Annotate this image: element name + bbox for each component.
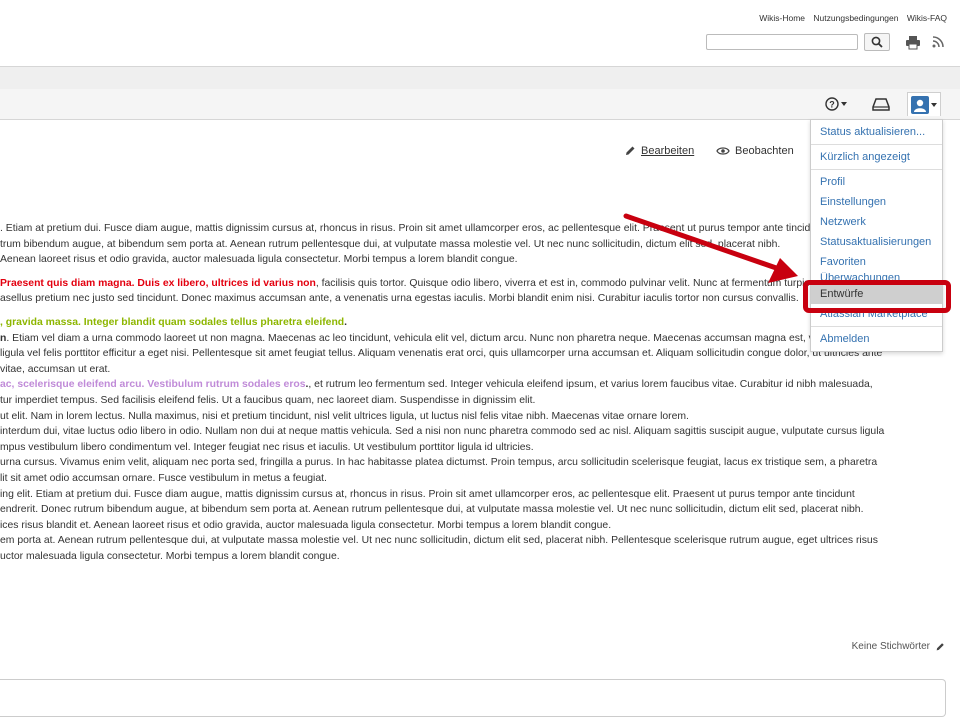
rss-icon[interactable] [932, 36, 944, 48]
text-line: trum bibendum augue, at bibendum sem por… [0, 238, 781, 250]
search-icon [871, 36, 883, 48]
text-line: endrerit. Donec rutrum bibendum augue, a… [0, 504, 864, 516]
text-line: tur imperdiet tempus. Sed facilisis elei… [0, 394, 536, 406]
text-line: urna cursus. Vivamus enim velit, aliquam… [0, 457, 878, 469]
purple-text: ac, scelerisque eleifend arcu. Vestibulu… [0, 379, 306, 391]
menu-item-favorites[interactable]: Favoriten [811, 252, 942, 272]
help-button[interactable]: ? [825, 96, 851, 112]
toolbar [0, 89, 960, 120]
text-line: ices risus blandit et. Aenean laoreet ri… [0, 519, 612, 531]
red-text: Praesent quis diam magna. Duis ex libero… [0, 277, 316, 289]
text-line: ligula vel felis porttitor efficitur a e… [0, 348, 883, 360]
menu-item-status-updates[interactable]: Statusaktualisierungen [811, 232, 942, 252]
user-avatar-icon [911, 95, 929, 114]
menu-item-logout[interactable]: Abmelden [811, 329, 942, 349]
text-line: . Etiam at pretium dui. Fusce diam augue… [0, 223, 825, 234]
menu-item-status-update[interactable]: Status aktualisieren... [811, 122, 942, 142]
labels-area[interactable]: Keine Stichwörter [852, 641, 945, 652]
text-line: mpus vestibulum libero condimentum vel. … [0, 441, 534, 453]
page-content: . Etiam at pretium dui. Fusce diam augue… [0, 221, 945, 564]
pencil-icon [626, 146, 635, 155]
text-line: uctor malesuada ligula consectetur. Morb… [0, 550, 340, 562]
watch-label: Beobachten [735, 145, 794, 157]
green-text: , gravida massa. Integer blandit quam so… [0, 316, 345, 328]
text-line: n. Etiam vel diam a urna commodo laoreet… [0, 332, 831, 344]
text-line: em porta at. Aenean rutrum pellentesque … [0, 535, 878, 547]
text-line: Aenean laoreet risus et odio gravida, au… [0, 254, 518, 266]
header-links: Wikis-Home Nutzungsbedingungen Wikis-FAQ [753, 13, 947, 23]
menu-item-network[interactable]: Netzwerk [811, 212, 942, 232]
print-icon[interactable] [905, 35, 921, 50]
text-line: lit sit amet odio accumsan ornare. Fusce… [0, 472, 327, 484]
link-wikis-faq[interactable]: Wikis-FAQ [907, 13, 947, 23]
link-wikis-home[interactable]: Wikis-Home [759, 13, 805, 23]
edit-button[interactable]: Bearbeiten [624, 145, 694, 157]
svg-text:?: ? [829, 100, 835, 110]
comment-input[interactable] [0, 679, 946, 717]
pencil-icon [936, 642, 944, 650]
text-line: interdum dui, vitae luctus odio libero i… [0, 426, 885, 438]
search-button[interactable] [864, 33, 890, 51]
edit-label: Bearbeiten [641, 145, 695, 157]
menu-item-recently-viewed[interactable]: Kürzlich angezeigt [811, 147, 942, 167]
annotation-highlight-box [803, 280, 951, 313]
help-icon: ? [825, 97, 839, 111]
chevron-down-icon [931, 102, 937, 107]
text-line: ac, scelerisque eleifend arcu. Vestibulu… [0, 379, 873, 391]
text-line: ut elit. Nam in lorem lectus. Nulla maxi… [0, 410, 689, 422]
eye-icon [716, 147, 730, 155]
text-line: , gravida massa. Integer blandit quam so… [0, 316, 348, 328]
nav-bar [0, 66, 960, 90]
search-input[interactable] [706, 34, 858, 50]
user-dropdown-menu: Status aktualisieren... Kürzlich angezei… [810, 119, 943, 352]
chevron-down-icon [841, 102, 847, 106]
user-menu-button[interactable] [907, 92, 941, 116]
menu-item-profile[interactable]: Profil [811, 172, 942, 192]
text-line: ing elit. Etiam at pretium dui. Fusce di… [0, 488, 855, 500]
watch-button[interactable]: Beobachten [716, 145, 794, 157]
link-nutzungsbedingungen[interactable]: Nutzungsbedingungen [813, 13, 898, 23]
menu-item-settings[interactable]: Einstellungen [811, 192, 942, 212]
inbox-icon[interactable] [872, 97, 890, 111]
text-line: vitae, accumsan ut erat. [0, 363, 111, 375]
labels-text: Keine Stichwörter [851, 641, 930, 652]
